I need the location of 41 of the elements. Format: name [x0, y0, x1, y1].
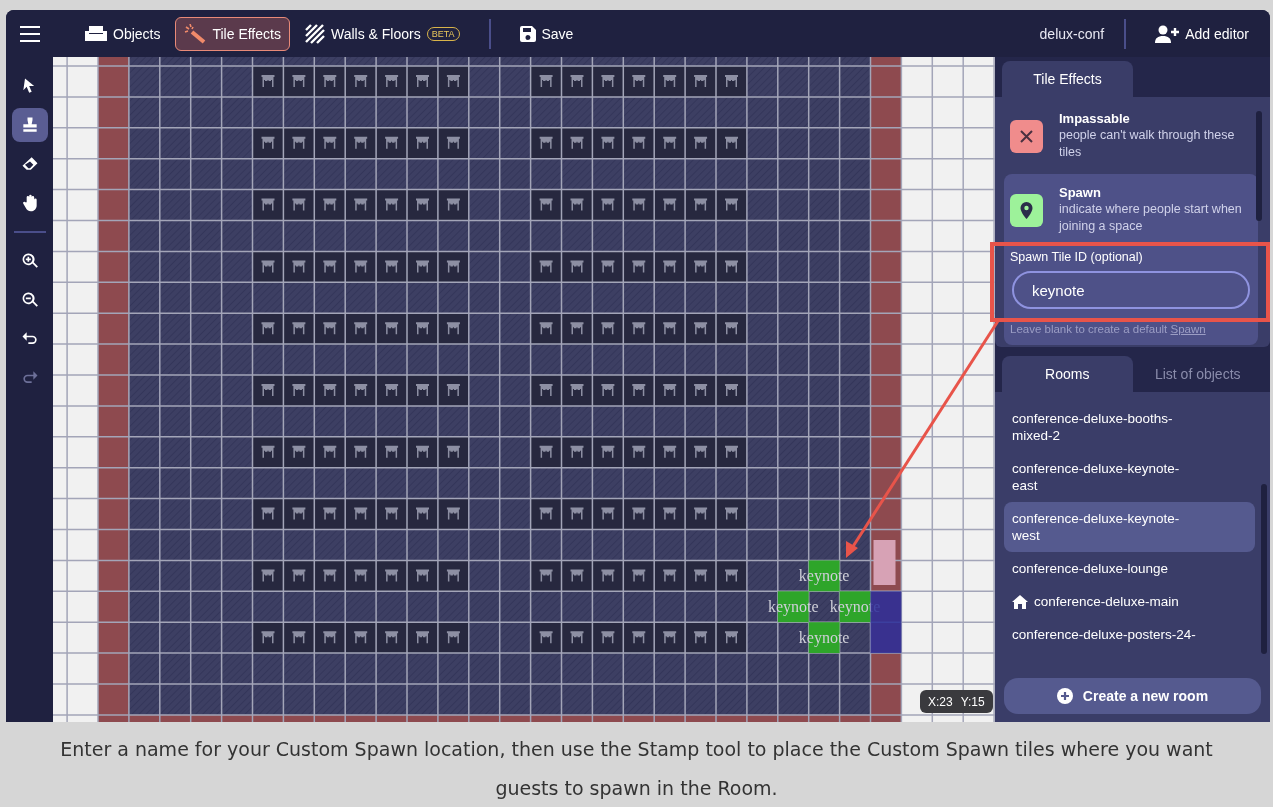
scrollbar[interactable]: [1256, 111, 1262, 221]
room-item[interactable]: conference-deluxe-main: [1004, 585, 1255, 618]
editor-tab[interactable]: Objects: [76, 16, 170, 51]
add-user-icon: [1155, 24, 1180, 43]
armchair-icon: [85, 24, 107, 43]
room-item[interactable]: conference-deluxe-keynote-east: [1004, 452, 1255, 502]
field-label: Spawn Tile ID (optional): [1010, 249, 1144, 265]
room-item[interactable]: conference-deluxe-lounge: [1004, 552, 1255, 585]
home-icon: [1012, 594, 1028, 609]
location-pin-icon: [1010, 194, 1043, 227]
panel-tab[interactable]: Tile Effects: [1002, 61, 1133, 97]
panel-tab[interactable]: Rooms: [1002, 356, 1133, 392]
room-item[interactable]: conference-deluxe-posters-24-: [1004, 618, 1255, 651]
editor-tab[interactable]: Tile Effects: [175, 16, 290, 51]
spawn-id-field[interactable]: keynote: [1012, 271, 1250, 309]
room-item[interactable]: conference-deluxe-booths-mixed-2: [1004, 402, 1255, 452]
close-icon: [1010, 120, 1043, 153]
add-editor-button[interactable]: Add editor: [1146, 16, 1258, 51]
editor-tab[interactable]: Walls & Floors BETA: [295, 16, 469, 51]
room-item[interactable]: conference-deluxe-keynote-west: [1004, 502, 1255, 552]
effect-item[interactable]: Spawn indicate where people start when joining a space Spawn Tile ID (optional) keynote Leave blank to create a default Spawn: [1004, 174, 1258, 345]
menu-icon[interactable]: [20, 25, 40, 42]
effect-description: indicate where people start when joining a space: [1059, 201, 1243, 235]
cabinet-object: [873, 540, 896, 585]
space-name: delux-conf: [1039, 25, 1105, 42]
hatch-icon: [304, 23, 325, 44]
effect-description: people can't walk through these tiles: [1059, 127, 1236, 161]
save-button[interactable]: Save: [510, 16, 583, 51]
scrollbar[interactable]: [1261, 484, 1267, 654]
panel-tab[interactable]: List of objects: [1132, 356, 1263, 392]
y-coordinate: Y:15: [960, 694, 985, 709]
effect-title: Spawn: [1059, 184, 1102, 201]
effect-item[interactable]: Impassable people can't walk through these tiles: [1004, 110, 1258, 171]
tool-button[interactable]: [11, 108, 48, 142]
plus-circle-icon: [1056, 688, 1073, 704]
magic-wand-icon: [184, 23, 207, 44]
x-coordinate: X:23: [928, 694, 953, 709]
caption: Enter a name for your Custom Spawn location, then use the Stamp tool to place the Custom Spawn tiles where you want guests to spawn in the Room.: [59, 737, 1214, 801]
help-text: Leave blank to create a default Spawn: [1010, 323, 1207, 335]
create-room-button[interactable]: Create a new room: [1004, 678, 1261, 714]
effect-title: Impassable: [1059, 110, 1131, 127]
